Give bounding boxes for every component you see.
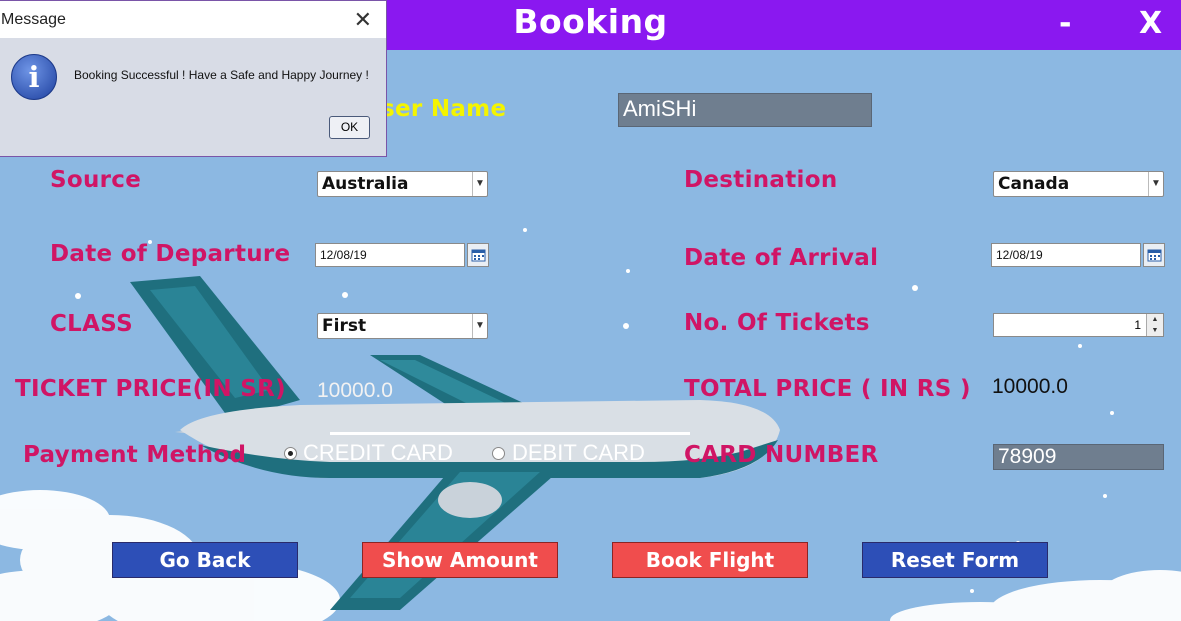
dialog-message: Booking Successful ! Have a Safe and Hap… (74, 68, 369, 82)
payment-method-label: Payment Method (23, 442, 247, 468)
booking-window: Booking - X User Name AmiSHi Source Aust… (0, 0, 1181, 621)
show-amount-button[interactable]: Show Amount (362, 542, 558, 578)
arrival-date-field[interactable]: 12/08/19 (991, 243, 1141, 267)
arrival-label: Date of Arrival (684, 245, 879, 271)
destination-value: Canada (998, 174, 1070, 194)
user-name-field[interactable]: AmiSHi (618, 93, 872, 127)
source-dropdown[interactable]: Australia ▼ (317, 171, 488, 197)
debit-card-label[interactable]: DEBIT CARD (512, 440, 645, 466)
ticket-price-label: TICKET PRICE(IN SR) (15, 376, 286, 402)
calendar-icon[interactable] (1143, 243, 1165, 267)
class-label: CLASS (50, 311, 133, 337)
source-value: Australia (322, 174, 409, 194)
reset-form-button[interactable]: Reset Form (862, 542, 1048, 578)
tickets-value: 1 (1134, 318, 1141, 332)
destination-label: Destination (684, 167, 838, 193)
chevron-down-icon: ▼ (472, 314, 487, 338)
class-dropdown[interactable]: First ▼ (317, 313, 488, 339)
message-dialog: Message ✕ i Booking Successful ! Have a … (0, 0, 387, 157)
departure-label: Date of Departure (50, 241, 291, 267)
tickets-label: No. Of Tickets (684, 310, 870, 336)
departure-date-field[interactable]: 12/08/19 (315, 243, 465, 267)
dialog-close-button[interactable]: ✕ (354, 7, 372, 33)
card-number-label: CARD NUMBER (684, 442, 879, 468)
card-number-field[interactable]: 78909 (993, 444, 1164, 470)
minimize-button[interactable]: - (1059, 6, 1071, 41)
calendar-icon[interactable] (467, 243, 489, 267)
class-value: First (322, 316, 367, 336)
destination-dropdown[interactable]: Canada ▼ (993, 171, 1164, 197)
credit-card-label[interactable]: CREDIT CARD (303, 440, 453, 466)
chevron-down-icon: ▼ (472, 172, 487, 196)
book-flight-button[interactable]: Book Flight (612, 542, 808, 578)
chevron-down-icon: ▼ (1148, 172, 1163, 196)
tickets-spinner[interactable]: 1 ▲ ▼ (993, 313, 1164, 337)
credit-card-radio[interactable] (284, 447, 297, 460)
dialog-title: Message (1, 11, 66, 28)
total-price-value: 10000.0 (992, 375, 1068, 398)
spinner-arrows-icon[interactable]: ▲ ▼ (1146, 314, 1163, 336)
total-price-label: TOTAL PRICE ( IN RS ) (684, 376, 971, 402)
close-button[interactable]: X (1139, 6, 1162, 41)
info-icon: i (11, 54, 57, 100)
debit-card-radio[interactable] (492, 447, 505, 460)
go-back-button[interactable]: Go Back (112, 542, 298, 578)
source-label: Source (50, 167, 142, 193)
ok-button[interactable]: OK (329, 116, 370, 139)
ticket-price-value: 10000.0 (317, 379, 393, 402)
